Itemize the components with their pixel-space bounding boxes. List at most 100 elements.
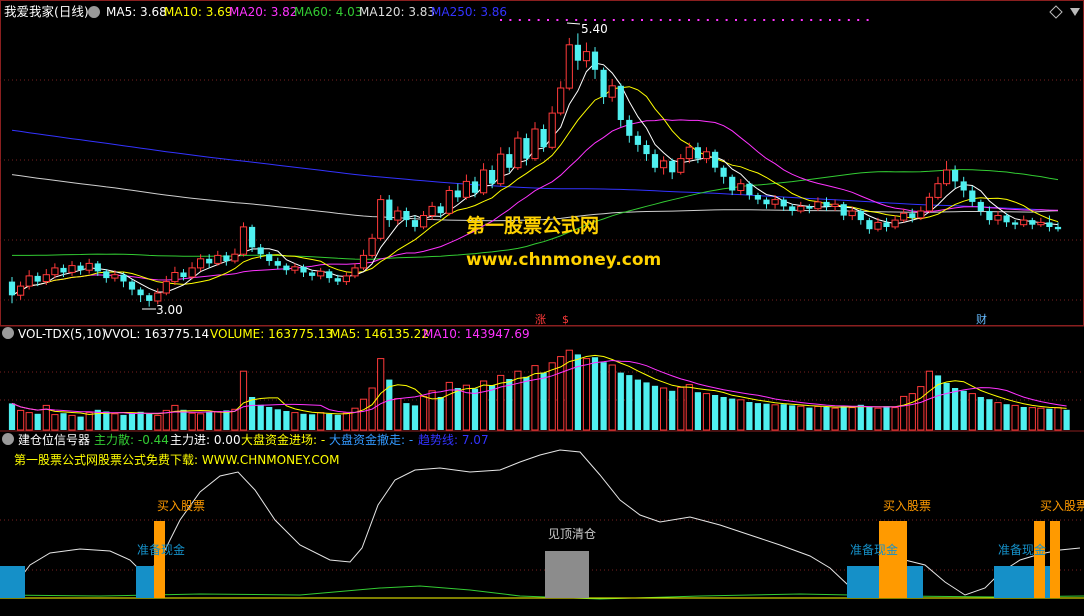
indicator-dot	[744, 19, 747, 21]
candle-body-down	[960, 181, 967, 191]
volume-bar-down	[643, 382, 650, 430]
candle-body-down	[1046, 222, 1053, 227]
volume-bar-down	[334, 414, 341, 430]
volume-bar-up	[925, 370, 933, 431]
prepare-cash-bar	[994, 566, 1034, 598]
volume-bar-up	[317, 412, 325, 431]
volume-bar-up	[480, 380, 488, 431]
ma20-label: MA20: 3.82	[229, 5, 297, 19]
indicator-dot	[659, 19, 662, 21]
volume-bar-down	[326, 413, 333, 430]
indicator-dot	[800, 19, 803, 21]
candle-body-up	[197, 258, 205, 269]
candle-body-up	[994, 215, 1002, 221]
candle-body-down	[257, 247, 264, 255]
volume-bar-down	[146, 413, 153, 430]
volume-bar-down	[257, 404, 264, 430]
volume-bar-up	[514, 370, 522, 431]
volume-bar-up	[814, 406, 822, 431]
volume-bar-up	[1037, 407, 1045, 431]
volume-bar-down	[489, 385, 496, 430]
candle-body-down	[720, 167, 727, 177]
volume-bar-up	[342, 412, 350, 431]
volume-bar-down	[437, 397, 444, 430]
candle-body-down	[411, 220, 419, 227]
ma120-label: MA120: 3.83	[359, 5, 435, 19]
ma10-label: MA10: 3.69	[164, 5, 232, 19]
candle-body-up	[831, 203, 839, 207]
candle-body-down	[729, 176, 736, 191]
volume-bar-down	[283, 411, 290, 430]
candle-body-up	[317, 270, 325, 277]
vol-ma5-label: MA5: 146135.22	[330, 327, 429, 341]
zhuli-san-label: 主力散: -0.44	[94, 432, 169, 447]
volume-bar-down	[977, 397, 984, 430]
candle-body-down	[103, 271, 110, 279]
candle-body-down	[634, 135, 641, 145]
candle-body-down	[94, 263, 101, 272]
indicator-dot	[810, 19, 813, 21]
candle-body-up	[51, 267, 59, 276]
candle-body-down	[309, 272, 316, 276]
candle-body-down	[34, 275, 41, 282]
event-cai-label: 财	[976, 312, 987, 326]
volume-bar-up	[291, 412, 299, 431]
candle-body-down	[712, 151, 719, 168]
candle-body-down	[1054, 226, 1062, 230]
stock-chart-canvas[interactable]: 我爱我家(日线) MA5: 3.68 MA10: 3.69 MA20: 3.82…	[0, 0, 1084, 616]
volume-bar-down	[223, 410, 230, 430]
volume-bar-down	[669, 390, 676, 430]
candle-body-down	[540, 129, 547, 148]
candle-body-down	[128, 281, 136, 290]
volume-bar-down	[591, 357, 599, 430]
volume-bar-up	[548, 362, 556, 431]
candle-body-down	[651, 154, 659, 168]
candle-body-down	[77, 265, 84, 271]
candle-body-up	[497, 153, 505, 185]
candle-body-up	[1020, 219, 1028, 226]
candle-body-up	[154, 292, 162, 302]
watermark-url: www.chnmoney.com	[466, 250, 661, 270]
volume-bar-down	[600, 362, 607, 430]
prepare-cash-bar	[907, 566, 923, 598]
volume-bar-up	[377, 358, 385, 431]
promo-text: 第一股票公式网股票公式免费下载: WWW.CHNMONEY.COM	[14, 452, 340, 467]
candle-body-down	[180, 272, 187, 278]
candle-body-down	[909, 213, 916, 218]
candle-body-down	[1029, 220, 1036, 225]
volume-bar-down	[617, 372, 624, 430]
candle-body-down	[1003, 215, 1010, 223]
volume-bar-up	[685, 384, 693, 431]
indicator-dot	[819, 19, 822, 21]
candle-body-down	[274, 261, 281, 266]
chevron-down-icon[interactable]	[2, 433, 15, 445]
clear-position-bar	[545, 551, 589, 598]
volume-bar-down	[952, 388, 959, 430]
candle-body-up	[891, 219, 899, 228]
candle-body-up	[814, 201, 822, 210]
prepare-label-1: 准备现金	[137, 542, 185, 557]
chevron-down-icon[interactable]	[2, 327, 15, 339]
candle-body-down	[840, 204, 847, 216]
volume-bar-down	[943, 383, 950, 430]
candle-body-up	[531, 128, 539, 160]
volume-bar-up	[874, 407, 882, 431]
indicator-dot	[631, 19, 634, 21]
chevron-down-icon[interactable]	[88, 6, 101, 18]
candle-body-up	[514, 137, 522, 169]
candle-body-up	[342, 275, 350, 283]
volume-bar-up	[994, 402, 1002, 431]
candle-body-up	[660, 160, 668, 169]
buy-label-2: 买入股票	[883, 499, 931, 513]
volume-bar-up	[68, 414, 76, 431]
volume-bar-up	[25, 412, 33, 431]
candle-body-up	[925, 196, 933, 212]
indicator-dot	[594, 19, 596, 21]
volume-bar-down	[1020, 407, 1027, 430]
indicator-dot	[866, 19, 869, 21]
candle-body-up	[917, 210, 925, 219]
candle-body-up	[943, 169, 951, 185]
volume-bar-up	[85, 412, 93, 431]
volume-bar-down	[540, 372, 547, 430]
clear-label: 见顶清仓	[548, 527, 596, 541]
